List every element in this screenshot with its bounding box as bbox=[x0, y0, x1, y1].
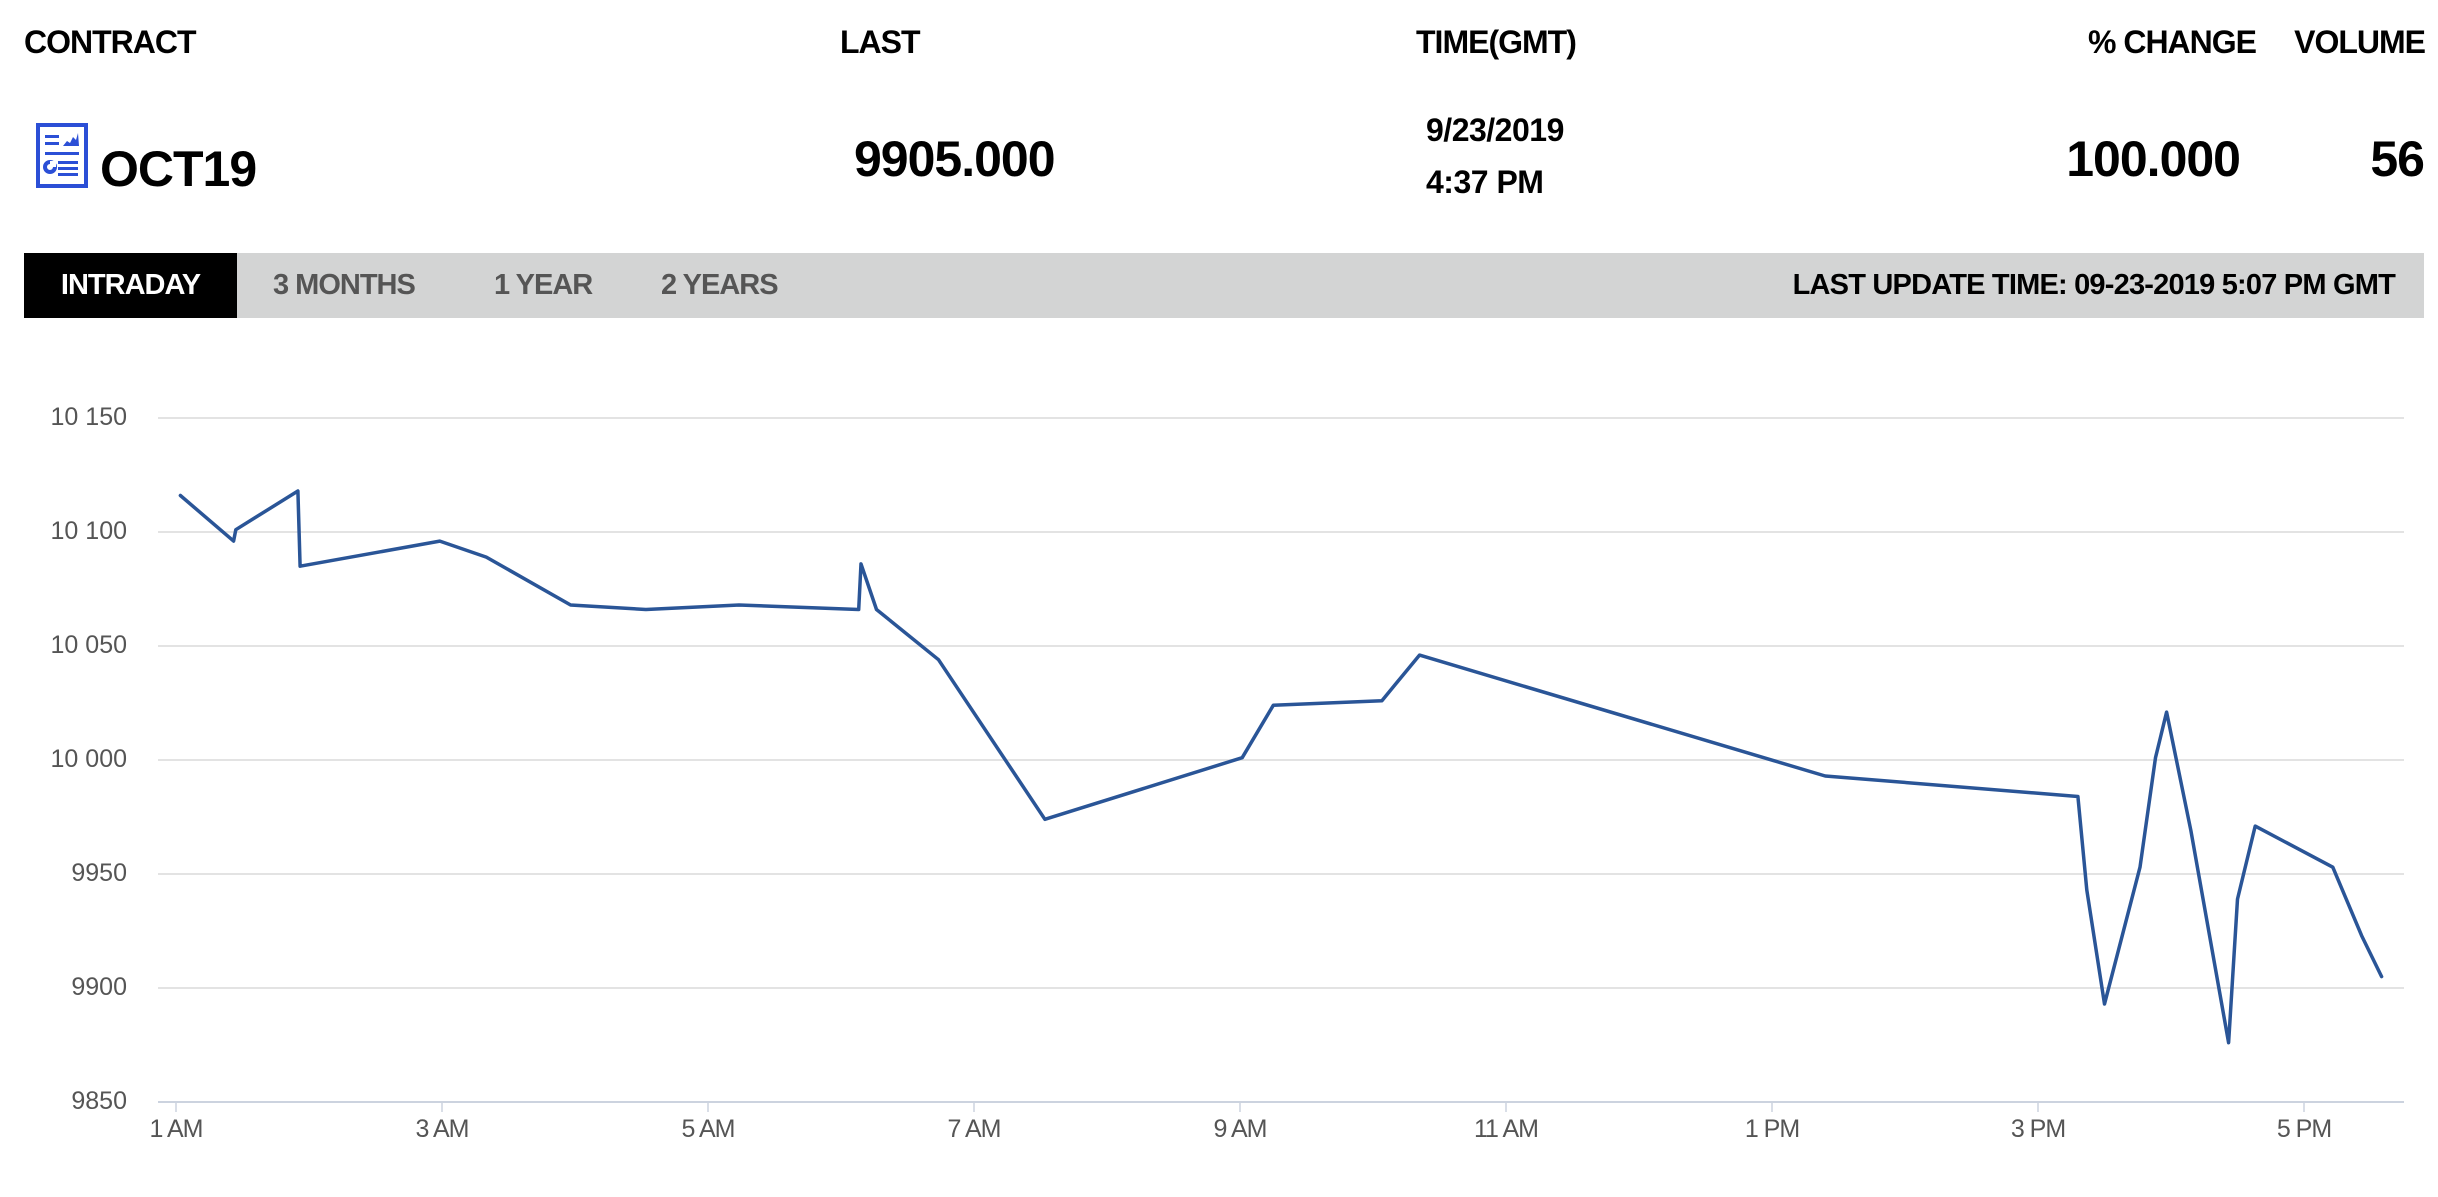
y-tick-label: 9850 bbox=[71, 1087, 127, 1115]
data-point[interactable] bbox=[2149, 752, 2161, 764]
x-tick-label: 1 PM bbox=[1745, 1115, 1799, 1143]
data-point[interactable] bbox=[853, 604, 865, 616]
y-tick-label: 9900 bbox=[71, 973, 127, 1001]
data-point[interactable] bbox=[1414, 649, 1426, 661]
data-point[interactable] bbox=[2356, 930, 2368, 942]
data-point[interactable] bbox=[2249, 820, 2261, 832]
data-point[interactable] bbox=[565, 599, 577, 611]
data-point[interactable] bbox=[733, 599, 745, 611]
data-point[interactable] bbox=[2081, 884, 2093, 896]
x-tick-label: 3 PM bbox=[2011, 1115, 2065, 1143]
data-point[interactable] bbox=[2161, 706, 2173, 718]
series-line-oct19 bbox=[178, 489, 2384, 1045]
y-axis-labels: 10 150 10 100 10 050 10 000 9950 9900 9850 bbox=[51, 403, 127, 1115]
data-point[interactable] bbox=[2327, 861, 2339, 873]
x-tick-label: 1 AM bbox=[150, 1115, 203, 1143]
y-tick-label: 9950 bbox=[71, 859, 127, 887]
x-tick-label: 11 AM bbox=[1474, 1115, 1538, 1143]
data-point[interactable] bbox=[1819, 770, 1831, 782]
x-tick-label: 7 AM bbox=[948, 1115, 1001, 1143]
gridlines bbox=[158, 417, 2404, 989]
data-point[interactable] bbox=[2099, 998, 2111, 1010]
x-tick-label: 5 AM bbox=[682, 1115, 735, 1143]
data-point[interactable] bbox=[2232, 893, 2244, 905]
data-point[interactable] bbox=[2072, 790, 2084, 802]
y-tick-label: 10 050 bbox=[51, 631, 127, 659]
data-point[interactable] bbox=[933, 654, 945, 666]
data-point[interactable] bbox=[230, 524, 242, 536]
data-point[interactable] bbox=[2134, 861, 2146, 873]
y-tick-label: 10 100 bbox=[51, 517, 127, 545]
data-point[interactable] bbox=[1376, 695, 1388, 707]
data-point[interactable] bbox=[870, 604, 882, 616]
data-point[interactable] bbox=[2185, 825, 2197, 837]
data-point[interactable] bbox=[1236, 752, 1248, 764]
data-point[interactable] bbox=[228, 535, 240, 547]
x-tick-label: 3 AM bbox=[416, 1115, 469, 1143]
data-point[interactable] bbox=[174, 490, 186, 502]
data-point[interactable] bbox=[1039, 813, 1051, 825]
data-point[interactable] bbox=[855, 558, 867, 570]
data-point[interactable] bbox=[480, 551, 492, 563]
y-tick-label: 10 150 bbox=[51, 403, 127, 431]
x-tick-label: 9 AM bbox=[1214, 1115, 1267, 1143]
data-point[interactable] bbox=[1267, 699, 1279, 711]
data-point[interactable] bbox=[292, 485, 304, 497]
data-point[interactable] bbox=[434, 535, 446, 547]
intraday-price-chart: 10 150 10 100 10 050 10 000 9950 9900 9850 1 A… bbox=[51, 403, 2404, 1143]
y-tick-label: 10 000 bbox=[51, 745, 127, 773]
data-point[interactable] bbox=[2223, 1037, 2235, 1049]
data-point[interactable] bbox=[294, 560, 306, 572]
data-point[interactable] bbox=[2376, 971, 2388, 983]
x-tick-label: 5 PM bbox=[2277, 1115, 2331, 1143]
data-point[interactable] bbox=[640, 604, 652, 616]
x-axis-ticks: 1 AM 3 AM 5 AM 7 AM 9 AM 11 AM 1 PM 3 PM 5 PM bbox=[150, 1102, 2332, 1143]
